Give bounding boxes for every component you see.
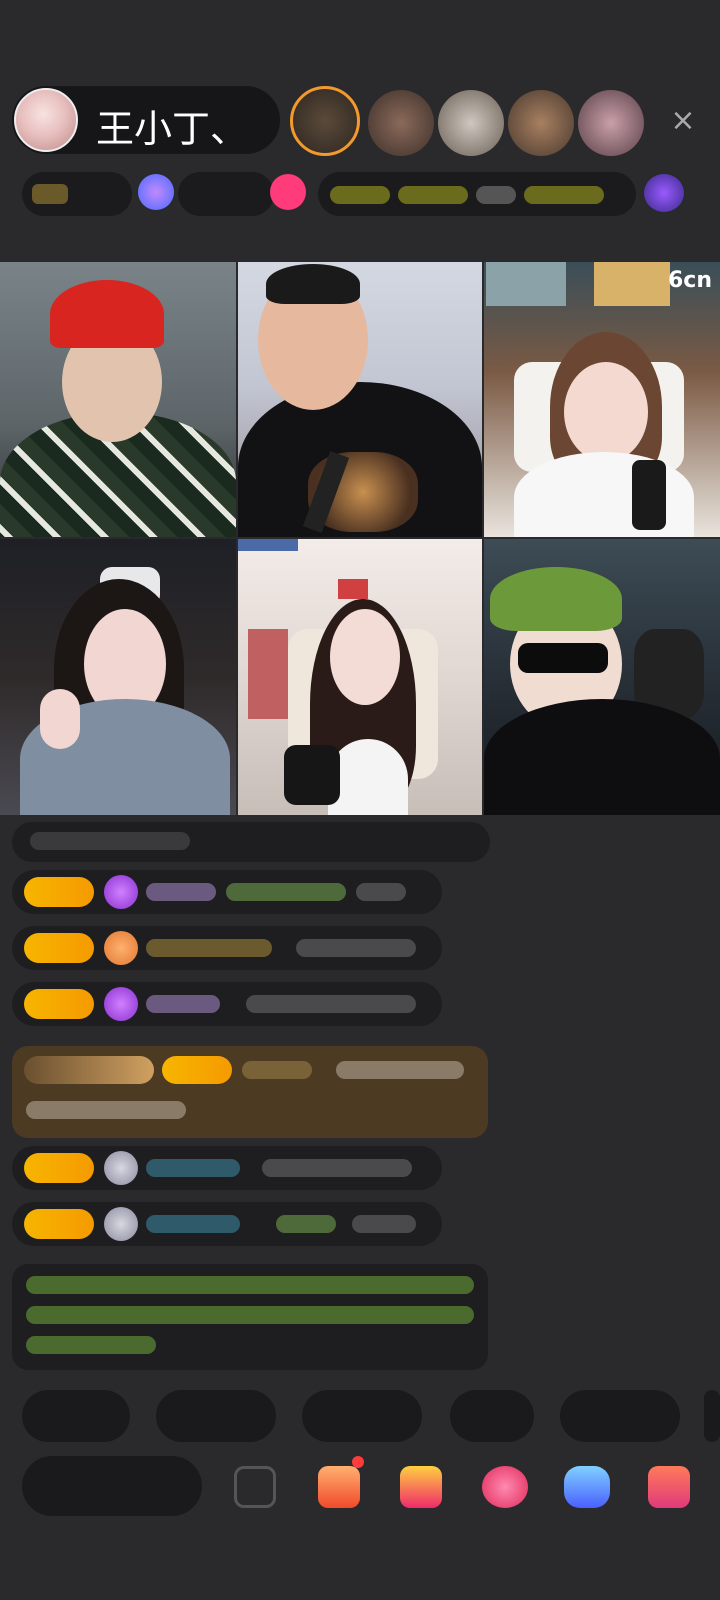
- viewer-avatar[interactable]: [508, 90, 574, 156]
- quick-reply-chip[interactable]: [156, 1390, 276, 1442]
- rank-badge: [32, 184, 68, 204]
- banner-text: [330, 186, 390, 204]
- quick-reply-chip[interactable]: [450, 1390, 534, 1442]
- gift-box-icon[interactable]: [318, 1466, 360, 1508]
- quick-reply-chip[interactable]: [302, 1390, 422, 1442]
- quick-reply-chip[interactable]: [704, 1390, 720, 1442]
- user-avatar: [104, 1207, 138, 1241]
- level-badge: [24, 1209, 94, 1239]
- fans-chip[interactable]: [178, 172, 274, 216]
- banner-text: [398, 186, 468, 204]
- treasure-icon[interactable]: [400, 1466, 442, 1508]
- more-icon[interactable]: [648, 1466, 690, 1508]
- video-tile-1[interactable]: [0, 262, 236, 537]
- video-tile-5[interactable]: [238, 539, 482, 815]
- quick-reply-chip[interactable]: [560, 1390, 680, 1442]
- fans-icon: [138, 174, 174, 210]
- host-avatar[interactable]: [14, 88, 78, 152]
- host-name: 王小丁、: [96, 107, 249, 151]
- notification-dot: [352, 1456, 364, 1468]
- emoji-icon[interactable]: [234, 1466, 276, 1508]
- vip-icon: [104, 875, 138, 909]
- banner-text: [524, 186, 604, 204]
- video-tile-2[interactable]: [238, 262, 482, 537]
- video-tile-3[interactable]: [484, 262, 720, 537]
- heart-icon[interactable]: [270, 174, 306, 210]
- viewer-avatar[interactable]: [438, 90, 504, 156]
- level-badge: [24, 1153, 94, 1183]
- level-badge: [162, 1056, 232, 1084]
- video-tile-4[interactable]: [0, 539, 236, 815]
- noble-badge: [24, 1056, 154, 1084]
- level-badge: [24, 989, 94, 1019]
- chat-input[interactable]: [22, 1456, 202, 1516]
- video-tile-6[interactable]: [484, 539, 720, 815]
- level-badge: [24, 933, 94, 963]
- viewer-avatar[interactable]: [368, 90, 434, 156]
- platform-watermark: 6cn: [667, 268, 712, 293]
- banner-text: [476, 186, 516, 204]
- fan-club-icon: [104, 931, 138, 965]
- game-icon[interactable]: [564, 1466, 610, 1508]
- viewer-avatar[interactable]: [290, 86, 360, 156]
- level-badge: [24, 877, 94, 907]
- event-icon[interactable]: [644, 174, 684, 212]
- quick-reply-chip[interactable]: [22, 1390, 130, 1442]
- love-gift-icon[interactable]: [482, 1466, 528, 1508]
- user-avatar: [104, 1151, 138, 1185]
- vip-icon: [104, 987, 138, 1021]
- viewer-avatar[interactable]: [578, 90, 644, 156]
- close-icon[interactable]: ×: [668, 106, 698, 136]
